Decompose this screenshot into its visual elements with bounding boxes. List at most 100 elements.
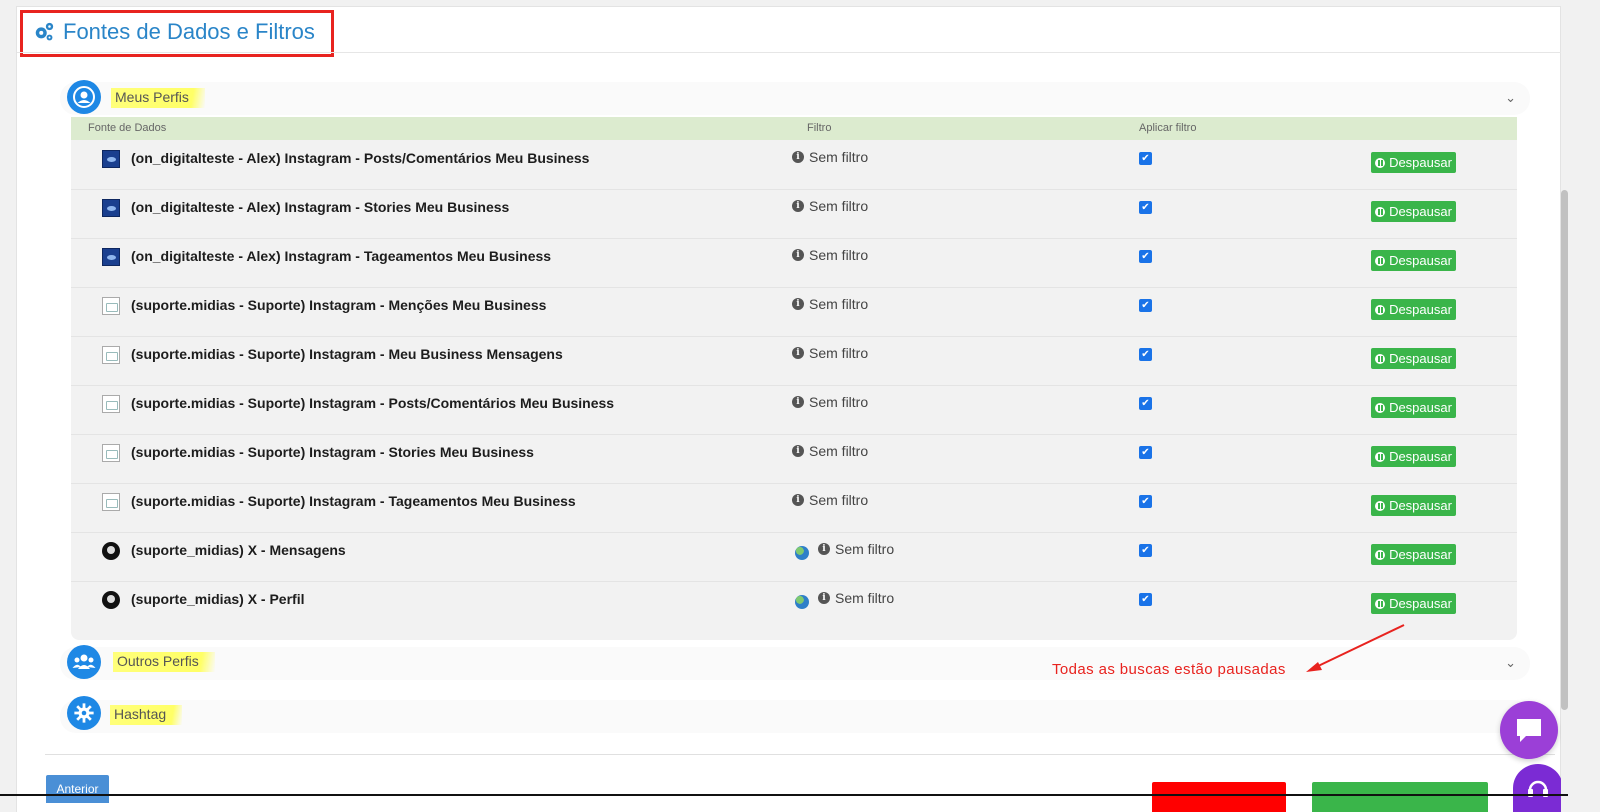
pause-circle-icon [1375,206,1386,217]
filter-cell: i Sem filtro [792,296,868,312]
support-button[interactable] [1513,764,1563,812]
accordion-hashtag[interactable]: ⌄ [60,700,1530,733]
danger-button[interactable] [1152,782,1286,812]
annotation-arrow-icon [1306,624,1405,672]
filter-cell: i Sem filtro [792,247,868,263]
info-icon[interactable]: i [792,200,804,212]
resume-button[interactable]: Despausar [1371,299,1456,320]
broken-image-icon [102,444,120,462]
resume-button[interactable]: Despausar [1371,495,1456,516]
broken-image-icon [102,395,120,413]
data-source-name: (on_digitalteste - Alex) Instagram - Tag… [131,248,552,264]
filter-cell: i Sem filtro [792,443,868,459]
info-icon[interactable]: i [792,249,804,261]
resume-button-label: Despausar [1389,302,1452,317]
column-header-source: Fonte de Dados [88,122,167,134]
resume-button[interactable]: Despausar [1371,152,1456,173]
apply-filter-checkbox[interactable]: ✔ [1139,152,1152,165]
filter-cell: i Sem filtro [818,590,894,606]
instagram-avatar-icon [102,199,120,217]
filter-label: Sem filtro [809,149,869,165]
data-source-name: (suporte.midias - Suporte) Instagram - M… [131,297,547,313]
pause-circle-icon [1375,500,1386,511]
resume-button[interactable]: Despausar [1371,397,1456,418]
resume-button-label: Despausar [1389,596,1452,611]
section-title: Fontes de Dados e Filtros [33,19,315,45]
x-avatar-icon [102,542,120,560]
resume-button-label: Despausar [1389,253,1452,268]
filter-cell: i Sem filtro [792,345,868,361]
filter-cell: i Sem filtro [792,149,868,165]
column-header-filter: Filtro [807,122,832,134]
data-source-name: (suporte.midias - Suporte) Instagram - P… [131,395,615,411]
data-source-name: (suporte.midias - Suporte) Instagram - M… [131,346,563,362]
resume-button[interactable]: Despausar [1371,544,1456,565]
filter-label: Sem filtro [835,590,895,606]
page-scrollbar[interactable] [1561,0,1568,812]
apply-filter-checkbox[interactable]: ✔ [1139,593,1152,606]
table-row: (on_digitalteste - Alex) Instagram - Tag… [71,238,1517,288]
info-icon[interactable]: i [792,396,804,408]
apply-filter-checkbox[interactable]: ✔ [1139,250,1152,263]
resume-button[interactable]: Despausar [1371,201,1456,222]
filter-label: Sem filtro [809,394,869,410]
viewport-edge [0,794,1568,796]
info-icon[interactable]: i [792,494,804,506]
chevron-down-icon: ⌄ [1505,90,1516,105]
info-icon[interactable]: i [818,592,830,604]
data-source-name: (on_digitalteste - Alex) Instagram - Sto… [131,199,510,215]
table-row: (suporte.midias - Suporte) Instagram - M… [71,336,1517,386]
apply-filter-checkbox[interactable]: ✔ [1139,201,1152,214]
resume-button[interactable]: Despausar [1371,348,1456,369]
data-source-name: (suporte_midias) X - Perfil [131,591,305,607]
broken-image-icon [102,297,120,315]
header-divider [17,52,1561,53]
filter-label: Sem filtro [809,296,869,312]
annotation-text: Todas as buscas estão pausadas [1052,661,1286,678]
globe-icon [795,546,809,560]
gears-icon [35,22,54,41]
apply-filter-checkbox[interactable]: ✔ [1139,348,1152,361]
resume-button[interactable]: Despausar [1371,446,1456,467]
apply-filter-checkbox[interactable]: ✔ [1139,446,1152,459]
apply-filter-checkbox[interactable]: ✔ [1139,544,1152,557]
info-icon[interactable]: i [792,347,804,359]
instagram-avatar-icon [102,248,120,266]
user-circle-icon [67,80,101,114]
table-row: (suporte.midias - Suporte) Instagram - P… [71,385,1517,435]
previous-button[interactable]: Anterior [46,775,109,803]
apply-filter-checkbox[interactable]: ✔ [1139,299,1152,312]
info-icon[interactable]: i [792,445,804,457]
pause-circle-icon [1375,451,1386,462]
chat-icon [1517,719,1541,742]
apply-filter-checkbox[interactable]: ✔ [1139,397,1152,410]
table-row: (on_digitalteste - Alex) Instagram - Pos… [71,140,1517,190]
resume-button-label: Despausar [1389,547,1452,562]
chevron-down-icon: ⌄ [1505,655,1516,670]
globe-icon [795,595,809,609]
section-title-text: Fontes de Dados e Filtros [63,19,315,44]
pause-circle-icon [1375,402,1386,413]
scrollbar-thumb[interactable] [1561,190,1568,710]
resume-button-label: Despausar [1389,155,1452,170]
info-icon[interactable]: i [818,543,830,555]
filter-cell: i Sem filtro [792,492,868,508]
info-icon[interactable]: i [792,298,804,310]
filter-label: Sem filtro [835,541,895,557]
resume-button[interactable]: Despausar [1371,250,1456,271]
info-icon[interactable]: i [792,151,804,163]
resume-button-label: Despausar [1389,204,1452,219]
filter-label: Sem filtro [809,198,869,214]
table-header: Fonte de Dados Filtro Aplicar filtro [71,117,1517,140]
chat-button[interactable] [1500,701,1558,759]
gear-icon [67,696,101,730]
resume-button-label: Despausar [1389,498,1452,513]
pause-circle-icon [1375,353,1386,364]
data-source-name: (suporte.midias - Suporte) Instagram - T… [131,493,576,509]
save-button[interactable] [1312,782,1488,812]
apply-filter-checkbox[interactable]: ✔ [1139,495,1152,508]
resume-button-label: Despausar [1389,400,1452,415]
resume-button[interactable]: Despausar [1371,593,1456,614]
accordion-meus-perfis[interactable]: ⌄ [60,82,1530,115]
x-avatar-icon [102,591,120,609]
